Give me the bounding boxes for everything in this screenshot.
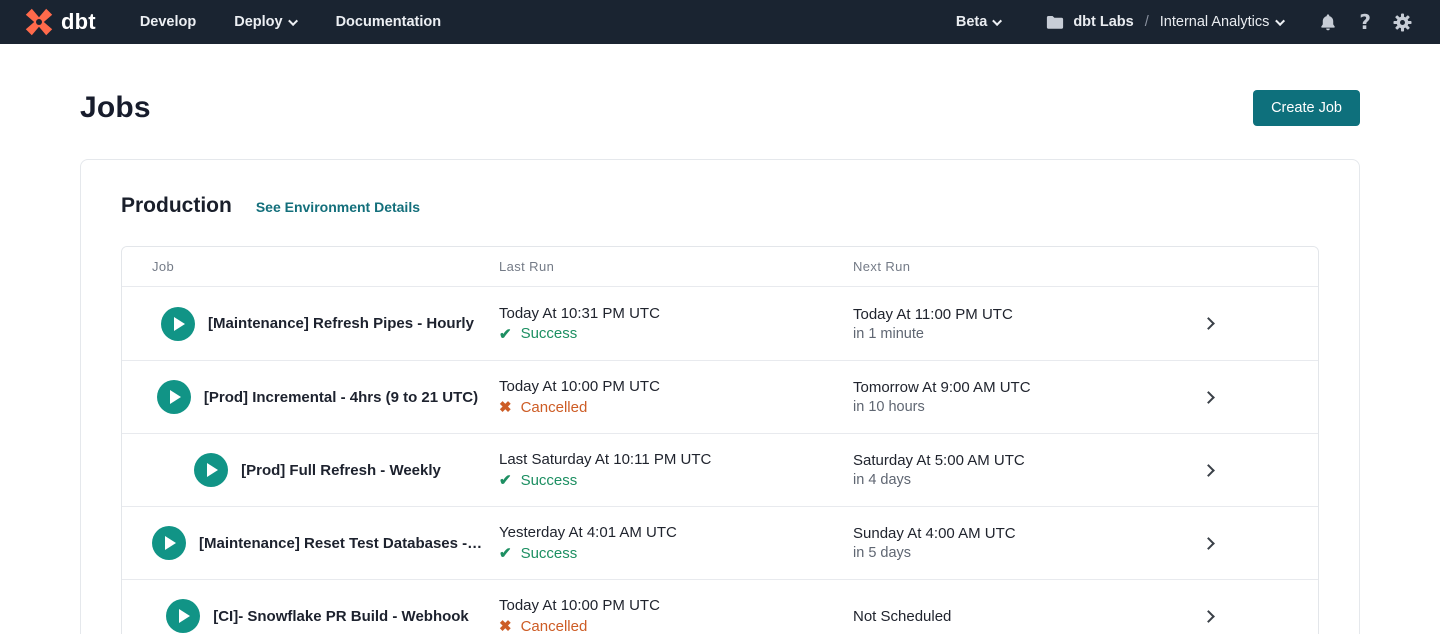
next-run-time: Saturday At 5:00 AM UTC	[853, 452, 1098, 469]
job-name: [Maintenance] Reset Test Databases - W…	[199, 535, 499, 552]
breadcrumb[interactable]: dbt Labs / Internal Analytics	[1046, 14, 1285, 30]
project-name: Internal Analytics	[1160, 14, 1270, 30]
status-badge: ✔ Success	[499, 325, 853, 343]
next-run-time: Today At 11:00 PM UTC	[853, 306, 1098, 323]
play-icon	[179, 609, 190, 623]
nav-item-label: Develop	[140, 14, 196, 30]
bell-icon[interactable]	[1319, 13, 1337, 32]
column-header-next-run: Next Run	[853, 259, 1098, 274]
chevron-right-icon[interactable]	[1202, 464, 1215, 477]
next-run-relative: in 1 minute	[853, 326, 1098, 342]
check-icon: ✔	[499, 471, 512, 489]
beta-label: Beta	[956, 14, 987, 30]
play-icon	[174, 317, 185, 331]
help-icon[interactable]: ?	[1359, 10, 1371, 34]
table-row[interactable]: [Maintenance] Reset Test Databases - W… …	[122, 506, 1318, 579]
nav-item-documentation[interactable]: Documentation	[336, 14, 442, 30]
chevron-right-icon[interactable]	[1202, 610, 1215, 623]
play-icon	[165, 536, 176, 550]
last-run-time: Today At 10:00 PM UTC	[499, 378, 853, 395]
status-badge: ✖ Cancelled	[499, 398, 853, 416]
last-run-time: Today At 10:00 PM UTC	[499, 597, 853, 614]
job-name: [Prod] Full Refresh - Weekly	[241, 462, 457, 479]
see-environment-details-link[interactable]: See Environment Details	[256, 199, 420, 215]
account-name: dbt Labs	[1073, 14, 1133, 30]
status-label: Success	[521, 472, 578, 489]
column-header-last-run: Last Run	[499, 259, 853, 274]
nav-menu: Develop Deploy Documentation	[140, 14, 441, 30]
chevron-right-icon[interactable]	[1202, 537, 1215, 550]
status-label: Cancelled	[521, 399, 588, 416]
play-icon	[207, 463, 218, 477]
breadcrumb-separator: /	[1145, 14, 1149, 30]
last-run-time: Last Saturday At 10:11 PM UTC	[499, 451, 853, 468]
chevron-down-icon	[992, 16, 1002, 26]
chevron-right-icon[interactable]	[1202, 391, 1215, 404]
run-job-button[interactable]	[157, 380, 191, 414]
beta-dropdown[interactable]: Beta	[956, 14, 1002, 30]
column-header-job: Job	[122, 259, 499, 274]
dbt-logo-text: dbt	[61, 9, 96, 35]
status-label: Cancelled	[521, 618, 588, 634]
status-label: Success	[521, 325, 578, 342]
nav-item-deploy[interactable]: Deploy	[234, 14, 297, 30]
create-job-button[interactable]: Create Job	[1253, 90, 1360, 126]
environment-card: Production See Environment Details Job L…	[80, 159, 1360, 634]
status-badge: ✔ Success	[499, 544, 853, 562]
page-title: Jobs	[80, 91, 151, 125]
status-badge: ✖ Cancelled	[499, 617, 853, 634]
job-name: [CI]- Snowflake PR Build - Webhook	[213, 608, 485, 625]
play-icon	[170, 390, 181, 404]
chevron-down-icon	[1276, 16, 1286, 26]
table-header-row: Job Last Run Next Run	[122, 247, 1318, 287]
dbt-logo-icon	[24, 7, 54, 37]
run-job-button[interactable]	[194, 453, 228, 487]
nav-item-label: Documentation	[336, 14, 442, 30]
chevron-down-icon	[288, 16, 298, 26]
top-navbar: dbt Develop Deploy Documentation Beta db…	[0, 0, 1440, 44]
chevron-right-icon[interactable]	[1202, 317, 1215, 330]
next-run-time: Tomorrow At 9:00 AM UTC	[853, 379, 1098, 396]
table-row[interactable]: [Prod] Incremental - 4hrs (9 to 21 UTC) …	[122, 360, 1318, 433]
table-row[interactable]: [Maintenance] Refresh Pipes - Hourly Tod…	[122, 287, 1318, 360]
run-job-button[interactable]	[152, 526, 186, 560]
next-run-time: Not Scheduled	[853, 608, 1098, 625]
dbt-logo[interactable]: dbt	[24, 7, 96, 37]
gear-icon[interactable]	[1393, 13, 1412, 32]
last-run-time: Yesterday At 4:01 AM UTC	[499, 524, 853, 541]
table-row[interactable]: [Prod] Full Refresh - Weekly Last Saturd…	[122, 433, 1318, 506]
next-run-time: Sunday At 4:00 AM UTC	[853, 525, 1098, 542]
status-badge: ✔ Success	[499, 471, 853, 489]
x-icon: ✖	[499, 617, 512, 634]
nav-item-develop[interactable]: Develop	[140, 14, 196, 30]
run-job-button[interactable]	[166, 599, 200, 633]
job-name: [Maintenance] Refresh Pipes - Hourly	[208, 315, 490, 332]
jobs-table: Job Last Run Next Run [Maintenance] Refr…	[121, 246, 1319, 634]
status-label: Success	[521, 545, 578, 562]
page-header: Jobs Create Job	[0, 90, 1440, 126]
job-name: [Prod] Incremental - 4hrs (9 to 21 UTC)	[204, 389, 494, 406]
table-row[interactable]: [CI]- Snowflake PR Build - Webhook Today…	[122, 579, 1318, 634]
next-run-relative: in 4 days	[853, 472, 1098, 488]
environment-name: Production	[121, 194, 232, 218]
check-icon: ✔	[499, 544, 512, 562]
x-icon: ✖	[499, 398, 512, 416]
next-run-relative: in 10 hours	[853, 399, 1098, 415]
folder-icon	[1046, 14, 1064, 30]
last-run-time: Today At 10:31 PM UTC	[499, 305, 853, 322]
run-job-button[interactable]	[161, 307, 195, 341]
next-run-relative: in 5 days	[853, 545, 1098, 561]
nav-item-label: Deploy	[234, 14, 282, 30]
check-icon: ✔	[499, 325, 512, 343]
